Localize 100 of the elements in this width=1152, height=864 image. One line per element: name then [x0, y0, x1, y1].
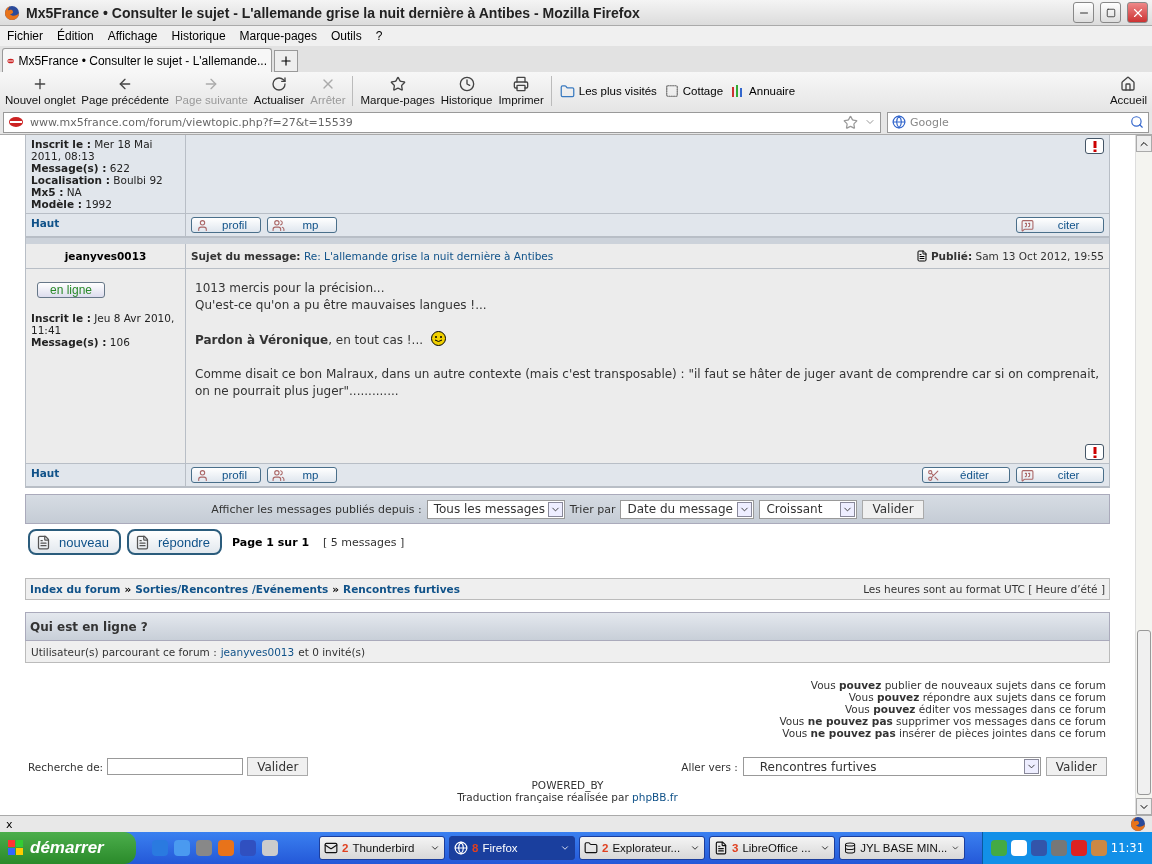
- taskbar-button[interactable]: 2 Explorateur...: [579, 836, 705, 860]
- close-button[interactable]: [1127, 2, 1148, 23]
- post-text: Pardon à Véronique, en tout cas !...: [195, 333, 424, 347]
- new-tab-button[interactable]: [274, 50, 298, 72]
- toolbar-button[interactable]: Historique: [437, 76, 496, 106]
- jump-label: Aller vers :: [681, 760, 738, 773]
- windows-logo-icon: [8, 840, 24, 856]
- submit-button[interactable]: Valider: [1045, 757, 1107, 776]
- edit-button[interactable]: éditer: [922, 467, 1010, 483]
- toolbar-button[interactable]: Nouvel onglet: [2, 76, 79, 106]
- menu-item[interactable]: Historique: [171, 29, 226, 43]
- profile-button[interactable]: profil: [191, 467, 261, 483]
- post-subject: Sujet du message: Re: L'allemande grise la nuit dernière à Antibes: [191, 250, 554, 262]
- browser-tab[interactable]: Mx5France • Consulter le sujet - L'allemande...: [2, 48, 272, 72]
- quick-launch-icon[interactable]: [240, 840, 256, 856]
- toolbar-button[interactable]: Actualiser: [250, 76, 308, 106]
- users-icon: [272, 468, 285, 482]
- user-link[interactable]: jeanyves0013: [220, 645, 295, 658]
- reload-icon: [271, 76, 288, 92]
- report-button[interactable]: [1085, 138, 1104, 154]
- user-icon: [196, 468, 209, 482]
- submit-button[interactable]: Valider: [862, 499, 924, 519]
- breadcrumb-separator: »: [124, 583, 132, 595]
- browser-icon: [454, 841, 468, 855]
- document-icon: [36, 534, 51, 550]
- submit-button[interactable]: Valider: [247, 757, 309, 776]
- document-icon: [915, 250, 928, 262]
- home-button[interactable]: Accueil: [1106, 76, 1150, 106]
- forum-select[interactable]: Rencontres furtives: [742, 757, 1041, 776]
- start-button[interactable]: démarrer: [0, 832, 136, 864]
- profile-line: Modèle : 1992: [31, 198, 113, 210]
- top-link[interactable]: Haut: [31, 217, 60, 229]
- quick-launch-icon[interactable]: [218, 840, 234, 856]
- order-select[interactable]: Croissant: [759, 499, 858, 519]
- toolbar-button[interactable]: Imprimer: [495, 76, 547, 106]
- filter-label: Afficher les messages publiés depuis :: [211, 502, 422, 516]
- address-field[interactable]: www.mx5france.com/forum/viewtopic.php?f=27&t=15539: [3, 111, 881, 133]
- tray-icon: [1050, 840, 1067, 856]
- quick-launch-icon[interactable]: [174, 840, 190, 856]
- page-icon: [664, 84, 679, 98]
- timezone-note: Les heures sont au format UTC [ Heure d’été ]: [863, 583, 1105, 595]
- profile-line: Mx5 : NA: [31, 186, 83, 198]
- online-text: et 0 invité(s): [298, 645, 366, 658]
- profile-button[interactable]: profil: [191, 217, 261, 233]
- profile-line: Inscrit le : Jeu 8 Avr 2010, 11:41: [31, 312, 176, 336]
- permission-line: Vous pouvez éditer vos messages dans ce forum: [844, 703, 1106, 715]
- folder-icon: [584, 841, 598, 855]
- scroll-thumb[interactable]: [1137, 630, 1151, 795]
- breadcrumb-link[interactable]: Sorties/Rencontres /Evénements: [135, 583, 329, 595]
- menu-item[interactable]: Marque-pages: [239, 29, 317, 43]
- powered-by: POWERED_BY: [531, 779, 604, 791]
- bookmark-link[interactable]: Les plus visités: [555, 83, 661, 99]
- breadcrumb-separator: »: [332, 583, 340, 595]
- print-icon: [513, 76, 530, 92]
- menu-item[interactable]: Édition: [57, 29, 94, 43]
- bookmark-link[interactable]: Annuaire: [727, 84, 800, 98]
- online-text: Utilisateur(s) parcourant ce forum :: [31, 645, 217, 658]
- taskbar-button[interactable]: 8 Firefox: [449, 836, 575, 860]
- private-message-button[interactable]: mp: [267, 467, 337, 483]
- phpbb-link[interactable]: phpBB.fr: [632, 791, 678, 803]
- post-author: jeanyves0013: [63, 250, 148, 262]
- quick-launch-icon[interactable]: [196, 840, 212, 856]
- menu-item[interactable]: Outils: [330, 29, 362, 43]
- taskbar-button[interactable]: JYL BASE MIN...: [839, 836, 965, 860]
- profile-line: Message(s) : 106: [31, 336, 131, 348]
- toolbar-button[interactable]: Marque-pages: [357, 76, 438, 106]
- quick-launch-icon[interactable]: [262, 840, 278, 856]
- scrollbar[interactable]: [1135, 135, 1152, 815]
- close-findbar-button[interactable]: x: [6, 817, 13, 831]
- report-button[interactable]: [1085, 444, 1104, 460]
- private-message-button[interactable]: mp: [267, 217, 337, 233]
- breadcrumb-link[interactable]: Index du forum: [30, 583, 121, 595]
- new-topic-button[interactable]: nouveau: [28, 529, 121, 555]
- bookmarks-icon: [389, 76, 406, 92]
- taskbar-button[interactable]: 3 LibreOffice ...: [709, 836, 835, 860]
- caret-icon: [560, 843, 570, 853]
- quote-button[interactable]: citer: [1016, 467, 1104, 483]
- toolbar-button[interactable]: Page précédente: [78, 76, 172, 106]
- breadcrumb-link[interactable]: Rencontres furtives: [343, 583, 460, 595]
- minimize-button[interactable]: [1073, 2, 1094, 23]
- restore-button[interactable]: [1100, 2, 1121, 23]
- plus-icon: [279, 54, 293, 68]
- site-logo-icon: [8, 116, 24, 128]
- taskbar-button[interactable]: 2 Thunderbird: [319, 836, 445, 860]
- sort-select[interactable]: Date du message: [620, 499, 755, 519]
- search-input[interactable]: [107, 758, 244, 775]
- menu-item[interactable]: ?: [375, 29, 383, 43]
- menu-item[interactable]: Affichage: [107, 29, 158, 43]
- menu-item[interactable]: Fichier: [7, 29, 43, 43]
- bookmark-link[interactable]: Cottage: [660, 84, 728, 98]
- tray-icon: [1090, 840, 1107, 856]
- top-link[interactable]: Haut: [31, 467, 60, 479]
- search-field[interactable]: Google: [887, 111, 1149, 133]
- date-filter-select[interactable]: Tous les messages: [426, 499, 565, 519]
- clock: 11:31: [1110, 841, 1144, 855]
- profile-line: Inscrit le : Mer 18 Mai 2011, 08:13: [31, 138, 154, 162]
- quote-button[interactable]: citer: [1016, 217, 1104, 233]
- section-title: Qui est en ligne ?: [30, 619, 148, 634]
- reply-button[interactable]: répondre: [126, 529, 222, 555]
- home-icon: [1120, 76, 1137, 92]
